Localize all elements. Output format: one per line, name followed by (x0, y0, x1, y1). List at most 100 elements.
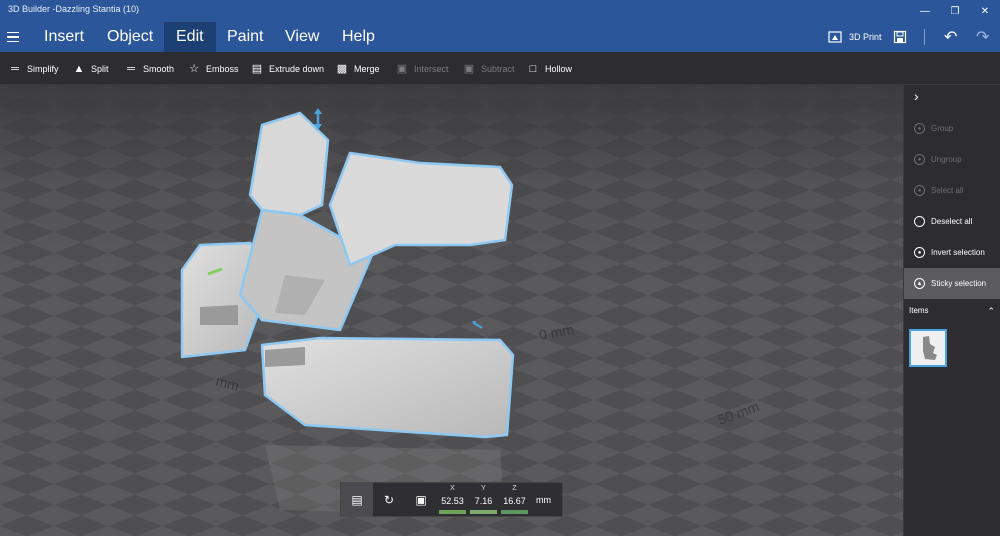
y-label: Y (481, 485, 486, 492)
edit-toolbar: ═ Simplify ▲ Split ═ Smooth ☆ Emboss ▤ E… (0, 52, 1000, 85)
z-value: 16.67 (503, 496, 526, 506)
app-window: 3D Builder -Dazzling Stantia (10) — ❐ ✕ … (0, 0, 1000, 536)
subtract-button[interactable]: ▣ Subtract (463, 52, 515, 85)
close-button[interactable]: ✕ (970, 0, 1000, 22)
subtract-label: Subtract (481, 63, 515, 74)
simplify-label: Simplify (27, 63, 59, 74)
redo-icon: ↷ (976, 29, 990, 46)
menu-object[interactable]: Object (95, 22, 165, 52)
hollow-icon: □ (529, 62, 537, 75)
menu-help[interactable]: Help (330, 22, 387, 52)
x-value: 52.53 (441, 496, 464, 506)
simplify-icon: ═ (11, 62, 19, 75)
3d-print-label: 3D Print (849, 32, 882, 42)
menu-insert[interactable]: Insert (32, 22, 96, 52)
selection-panel: › ● Group ● Ungroup ● Select all Deselec… (903, 85, 1000, 536)
left-slot (200, 305, 238, 325)
menu-paint[interactable]: Paint (215, 22, 275, 52)
undo-button[interactable]: ↶ (944, 22, 957, 52)
item-thumbnail[interactable] (909, 329, 947, 367)
model-thumbnail-icon (923, 336, 937, 360)
items-label: Items (909, 306, 929, 315)
deselect-all-icon (914, 216, 925, 227)
move-icon: ▤ (351, 492, 363, 507)
merge-label: Merge (354, 63, 380, 74)
smooth-label: Smooth (143, 63, 175, 74)
group-button[interactable]: ● Group (904, 113, 1000, 144)
star-icon: ☆ (189, 63, 199, 75)
print-3d-icon (828, 31, 842, 43)
move-tool-button[interactable]: ▤ (341, 482, 373, 517)
group-icon: ● (914, 123, 925, 134)
x-axis-bar (439, 510, 466, 514)
hollow-label: Hollow (545, 63, 573, 74)
sticky-selection-label: Sticky selection (931, 279, 987, 288)
extrude-down-icon: ▤ (251, 63, 263, 75)
save-icon (893, 30, 907, 44)
save-button[interactable] (893, 22, 907, 52)
rotate-tool-button[interactable]: ↻ (373, 482, 405, 517)
minimize-button[interactable]: — (910, 0, 940, 22)
intersect-icon: ▣ (396, 63, 408, 75)
title-and-menu-bar: 3D Builder -Dazzling Stantia (10) — ❐ ✕ … (0, 0, 1000, 52)
window-title: 3D Builder -Dazzling Stantia (10) (8, 4, 140, 14)
z-label: Z (512, 485, 517, 492)
merge-button[interactable]: ▩ Merge (336, 52, 380, 85)
hollow-button[interactable]: □ Hollow (527, 52, 572, 85)
x-label: X (450, 485, 455, 492)
scale-icon: ▣ (415, 492, 427, 507)
rotate-icon: ↻ (383, 492, 395, 507)
hamburger-menu-icon[interactable] (7, 29, 23, 45)
redo-button[interactable]: ↷ (976, 22, 989, 52)
extrude-down-button[interactable]: ▤ Extrude down (251, 52, 324, 85)
toolbar-divider (924, 29, 925, 45)
y-coordinate-field[interactable]: Y 7.16 (468, 482, 499, 517)
items-section-header[interactable]: Items ⌃ (904, 301, 1000, 321)
menu-edit[interactable]: Edit (164, 22, 216, 52)
intersect-button[interactable]: ▣ Intersect (396, 52, 449, 85)
collapse-panel-chevron-icon[interactable]: › (914, 88, 919, 104)
intersect-label: Intersect (414, 63, 449, 74)
select-all-icon: ● (914, 185, 925, 196)
unit-label: mm (536, 494, 551, 505)
deselect-all-label: Deselect all (931, 217, 973, 226)
subtract-icon: ▣ (463, 63, 475, 75)
title-bar: 3D Builder -Dazzling Stantia (10) — ❐ ✕ (0, 0, 1000, 22)
deselect-all-button[interactable]: Deselect all (904, 206, 1000, 237)
merge-icon: ▩ (336, 63, 348, 75)
maximize-button[interactable]: ❐ (940, 0, 970, 22)
smooth-icon: ═ (127, 62, 135, 75)
x-coordinate-field[interactable]: X 52.53 (437, 482, 468, 517)
select-all-label: Select all (931, 186, 964, 195)
split-button[interactable]: ▲ Split (73, 52, 109, 85)
ungroup-icon: ● (914, 154, 925, 165)
simplify-button[interactable]: ═ Simplify (9, 52, 59, 85)
right-slot (265, 347, 305, 367)
scene-canvas[interactable]: 0 mm 50 mm mm (0, 85, 903, 536)
ungroup-button[interactable]: ● Ungroup (904, 144, 1000, 175)
split-icon: ▲ (73, 62, 85, 75)
group-label: Group (931, 124, 954, 133)
ungroup-label: Ungroup (931, 155, 962, 164)
invert-selection-label: Invert selection (931, 248, 985, 257)
invert-selection-button[interactable]: ● Invert selection (904, 237, 1000, 268)
invert-selection-icon: ● (914, 247, 925, 258)
sticky-selection-icon: ▲ (914, 278, 925, 289)
undo-icon: ↶ (944, 29, 958, 46)
smooth-button[interactable]: ═ Smooth (125, 52, 174, 85)
emboss-label: Emboss (206, 63, 239, 74)
split-label: Split (91, 63, 109, 74)
scale-tool-button[interactable]: ▣ (405, 482, 437, 517)
sticky-selection-button[interactable]: ▲ Sticky selection (904, 268, 1000, 299)
select-all-button[interactable]: ● Select all (904, 175, 1000, 206)
3d-viewport[interactable]: 0 mm 50 mm mm ▤ ↻ ▣ X 52.53 Y 7.16 Z 16.… (0, 85, 903, 536)
3d-print-button[interactable]: 3D Print (828, 22, 882, 52)
transform-bar: ▤ ↻ ▣ X 52.53 Y 7.16 Z 16.67 mm (340, 482, 563, 517)
z-coordinate-field[interactable]: Z 16.67 (499, 482, 530, 517)
chevron-up-icon[interactable]: ⌃ (987, 301, 995, 321)
z-axis-bar (501, 510, 528, 514)
emboss-button[interactable]: ☆ Emboss (188, 52, 239, 85)
y-axis-bar (470, 510, 497, 514)
menu-view[interactable]: View (273, 22, 331, 52)
y-value: 7.16 (474, 496, 493, 506)
